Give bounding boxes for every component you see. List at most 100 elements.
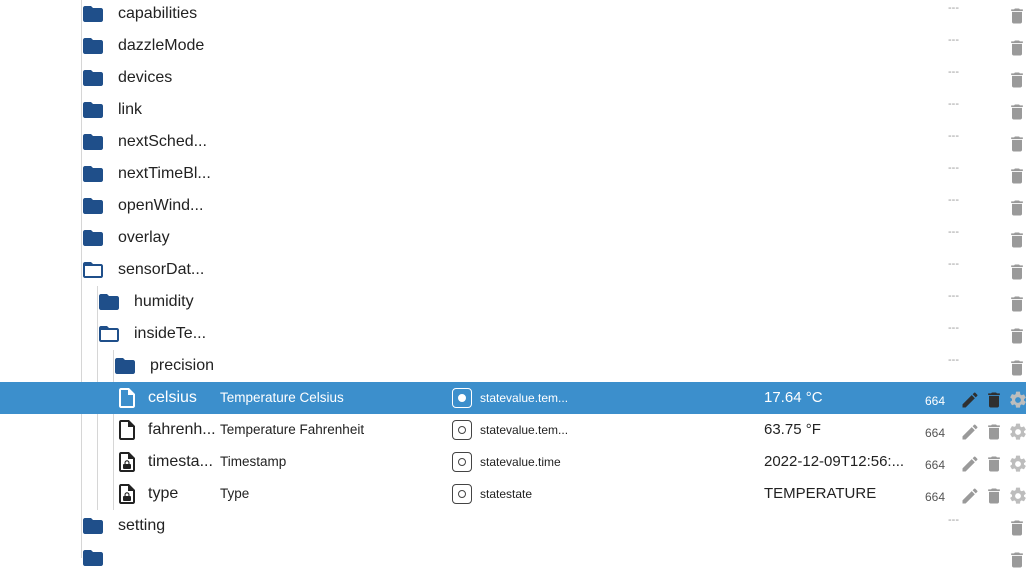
folder-name: link — [118, 101, 143, 118]
pencil-icon[interactable] — [960, 454, 980, 474]
trash-icon[interactable] — [1007, 518, 1026, 538]
folder-row-setting[interactable]: setting --- — [0, 510, 1026, 542]
folder-row-nexttimeblock[interactable]: nextTimeBl... --- — [0, 158, 1026, 190]
acl-badge: 664 — [925, 426, 946, 440]
state-row-type[interactable]: type Type statestate TEMPERATURE 664 — [0, 478, 1026, 510]
trash-icon[interactable] — [1007, 70, 1026, 90]
trash-icon[interactable] — [1007, 358, 1026, 378]
state-row-celsius[interactable]: celsius Temperature Celsius statevalue.t… — [0, 382, 1026, 414]
placeholder-dash: --- — [948, 34, 959, 46]
state-row-timestamp[interactable]: timesta... Timestamp statevalue.time 202… — [0, 446, 1026, 478]
state-value[interactable]: 2022-12-09T12:56:... — [764, 446, 904, 478]
acl-badge: 664 — [925, 394, 946, 408]
file-lock-icon — [115, 482, 139, 506]
folder-row-humidity[interactable]: humidity --- — [0, 286, 1026, 318]
folder-icon — [113, 354, 137, 378]
folder-row-overlay[interactable]: overlay --- — [0, 222, 1026, 254]
placeholder-dash: --- — [948, 98, 959, 110]
folder-name: precision — [150, 357, 215, 374]
folder-name: setting — [118, 517, 166, 534]
state-role-label: statevalue.tem... — [480, 423, 569, 437]
gear-icon[interactable] — [1008, 486, 1026, 506]
state-row-fahrenheit[interactable]: fahrenh... Temperature Fahrenheit statev… — [0, 414, 1026, 446]
folder-row-sensordata[interactable]: sensorDat... --- — [0, 254, 1026, 286]
placeholder-dash: --- — [948, 130, 959, 142]
placeholder-dash: --- — [948, 514, 959, 526]
folder-row-dazzlemode[interactable]: dazzleMode --- — [0, 30, 1026, 62]
trash-icon[interactable] — [1007, 262, 1026, 282]
state-display-name: Temperature Fahrenheit — [220, 422, 365, 437]
pencil-icon[interactable] — [960, 422, 980, 442]
folder-row-nextschedule[interactable]: nextSched... --- — [0, 126, 1026, 158]
trash-icon[interactable] — [984, 454, 1004, 474]
state-value[interactable]: TEMPERATURE — [764, 478, 876, 510]
folder-icon — [81, 162, 105, 186]
folder-name: devices — [118, 69, 173, 86]
folder-icon — [81, 514, 105, 538]
folder-name: humidity — [134, 293, 194, 310]
state-display-name: Type — [220, 486, 250, 501]
trash-icon[interactable] — [1007, 6, 1026, 26]
folder-row-partial[interactable] — [0, 542, 1026, 574]
placeholder-dash: --- — [948, 162, 959, 174]
folder-row-link[interactable]: link --- — [0, 94, 1026, 126]
trash-icon[interactable] — [1007, 294, 1026, 314]
role-state-icon — [452, 484, 472, 504]
trash-icon[interactable] — [1007, 166, 1026, 186]
folder-name: capabilities — [118, 5, 198, 22]
file-icon — [115, 418, 139, 442]
folder-row-devices[interactable]: devices --- — [0, 62, 1026, 94]
placeholder-dash: --- — [948, 322, 959, 334]
state-value[interactable]: 63.75 °F — [764, 414, 821, 446]
pencil-icon[interactable] — [960, 486, 980, 506]
trash-icon[interactable] — [1007, 38, 1026, 58]
state-display-name: Temperature Celsius — [220, 390, 344, 405]
role-state-icon — [452, 388, 472, 408]
state-role-label: statestate — [480, 487, 533, 501]
object-tree: capabilities --- dazzleMode --- devices … — [0, 0, 1026, 568]
trash-icon[interactable] — [984, 422, 1004, 442]
placeholder-dash: --- — [948, 2, 959, 14]
state-name: timesta... — [148, 453, 213, 470]
state-role-label: statevalue.time — [480, 455, 561, 469]
folder-icon — [81, 34, 105, 58]
trash-icon[interactable] — [984, 390, 1004, 410]
trash-icon[interactable] — [1007, 198, 1026, 218]
placeholder-dash: --- — [948, 354, 959, 366]
trash-icon[interactable] — [1007, 102, 1026, 122]
trash-icon[interactable] — [1007, 326, 1026, 346]
folder-row-capabilities[interactable]: capabilities --- — [0, 0, 1026, 30]
role-state-icon — [452, 452, 472, 472]
trash-icon[interactable] — [1007, 550, 1026, 570]
folder-row-openwindow[interactable]: openWind... --- — [0, 190, 1026, 222]
role-state-icon — [452, 420, 472, 440]
gear-icon[interactable] — [1008, 390, 1026, 410]
state-display-name: Timestamp — [220, 454, 287, 469]
folder-open-icon — [97, 322, 121, 346]
trash-icon[interactable] — [984, 486, 1004, 506]
folder-icon — [81, 98, 105, 122]
folder-icon — [97, 290, 121, 314]
file-lock-icon — [115, 450, 139, 474]
state-value[interactable]: 17.64 °C — [764, 382, 823, 414]
folder-name: dazzleMode — [118, 37, 205, 54]
folder-row-insidetemperature[interactable]: insideTe... --- — [0, 318, 1026, 350]
placeholder-dash: --- — [948, 226, 959, 238]
gear-icon[interactable] — [1008, 422, 1026, 442]
folder-name: sensorDat... — [118, 261, 205, 278]
trash-icon[interactable] — [1007, 134, 1026, 154]
folder-name: insideTe... — [134, 325, 207, 342]
trash-icon[interactable] — [1007, 230, 1026, 250]
folder-row-precision[interactable]: precision --- — [0, 350, 1026, 382]
folder-name: nextTimeBl... — [118, 165, 211, 182]
file-icon — [115, 386, 139, 410]
gear-icon[interactable] — [1008, 454, 1026, 474]
folder-name: overlay — [118, 229, 170, 246]
placeholder-dash: --- — [948, 66, 959, 78]
pencil-icon[interactable] — [960, 390, 980, 410]
folder-name: nextSched... — [118, 133, 207, 150]
folder-open-icon — [81, 258, 105, 282]
folder-icon — [81, 194, 105, 218]
folder-name: openWind... — [118, 197, 204, 214]
acl-badge: 664 — [925, 490, 946, 504]
